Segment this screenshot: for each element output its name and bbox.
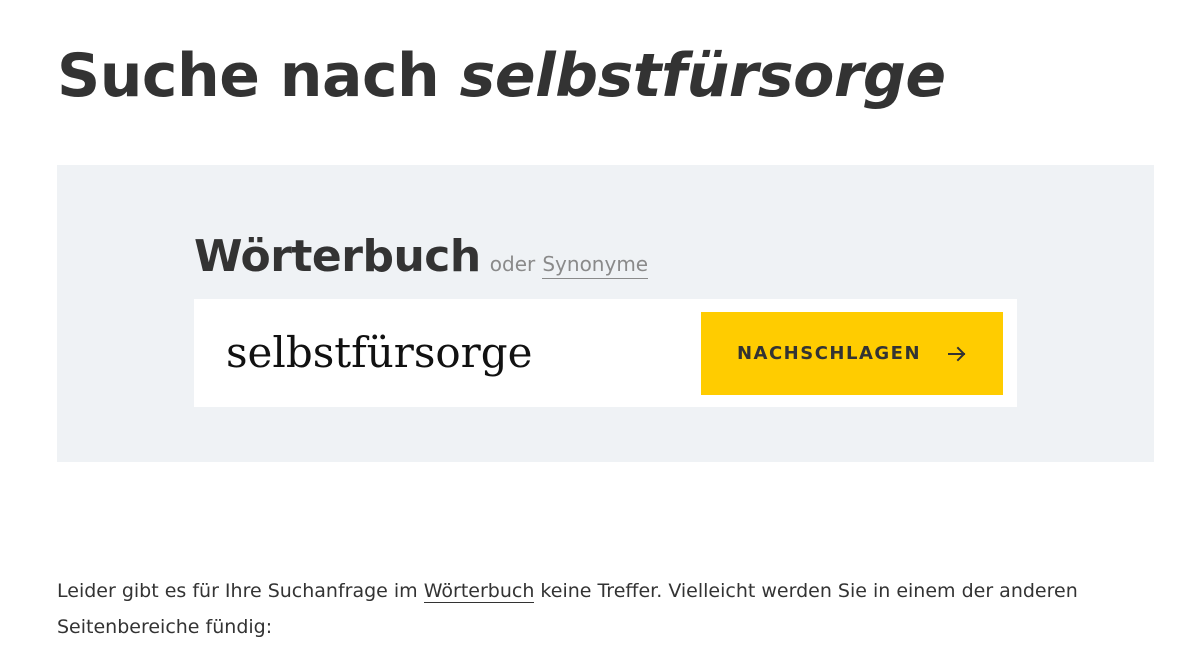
page-title: Suche nach selbstfürsorge <box>57 40 946 112</box>
dictionary-heading: Wörterbuch <box>194 231 481 282</box>
dictionary-link[interactable]: Wörterbuch <box>423 580 535 603</box>
page-title-prefix: Suche nach <box>57 41 460 111</box>
page: Suche nach selbstfürsorge Wörterbuch ode… <box>0 0 1204 663</box>
search-heading: Wörterbuch oder Synonyme <box>194 229 649 285</box>
lookup-button[interactable]: NACHSCHLAGEN <box>701 312 1003 395</box>
lookup-button-label: NACHSCHLAGEN <box>736 343 922 364</box>
no-results-text-start: Leider gibt es für Ihre Suchanfrage im <box>57 580 424 602</box>
synonyms-link[interactable]: Synonyme <box>542 252 649 279</box>
search-box: NACHSCHLAGEN <box>194 299 1017 407</box>
no-results-message: Leider gibt es für Ihre Suchanfrage im W… <box>57 573 1117 645</box>
arrow-right-icon <box>947 344 967 364</box>
search-input[interactable] <box>226 319 686 385</box>
or-label: oder <box>489 252 536 276</box>
page-title-query: selbstfürsorge <box>459 41 946 111</box>
search-panel: Wörterbuch oder Synonyme NACHSCHLAGEN <box>57 165 1154 462</box>
